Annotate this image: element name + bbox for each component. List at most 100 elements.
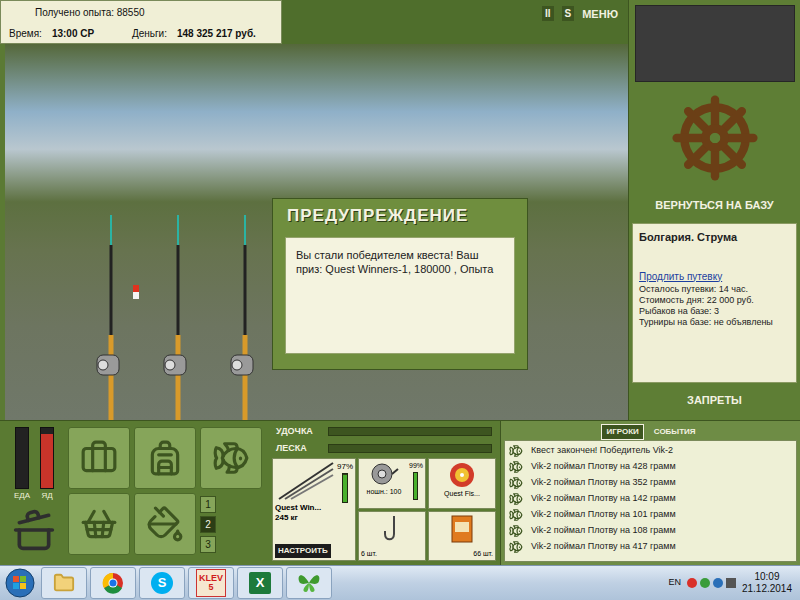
taskbar-app[interactable]: S xyxy=(139,567,185,599)
side-panel: ВЕРНУТЬСЯ НА БАЗУ Болгария. Струма Продлит… xyxy=(628,0,800,420)
start-button[interactable] xyxy=(2,567,38,599)
money-label: Деньги: xyxy=(132,26,167,41)
backpack-slot[interactable] xyxy=(134,427,196,489)
reel-condition: 99% xyxy=(409,461,423,472)
tension-bar xyxy=(328,444,492,453)
info-line: Рыбаков на базе: 3 xyxy=(639,306,790,317)
bans-button[interactable]: ЗАПРЕТЫ xyxy=(687,392,742,409)
bottom-panel: ЕДАЯД123УДОЧКАЛЕСКА97%Quest Win...245 кг… xyxy=(0,420,800,565)
rod-slot[interactable]: 97%Quest Win...245 кгНАСТРОИТЬ xyxy=(272,458,356,561)
set-button[interactable]: 2 xyxy=(200,516,216,533)
fish-icon xyxy=(509,540,523,554)
main-column: Получено опыта: 88550Время:13:00 СРДеньг… xyxy=(0,0,628,420)
log-entry: Квест закончен! Победитель Vik-2 xyxy=(505,443,796,459)
fish-icon xyxy=(509,492,523,506)
hook-slot[interactable]: 6 шт. xyxy=(358,511,426,562)
reel-condition-bar xyxy=(413,472,418,500)
fish-icon xyxy=(509,460,523,474)
fishing-rod-icon xyxy=(227,215,267,420)
log-tab[interactable]: ИГРОКИ xyxy=(601,424,643,440)
meter-label: ЯД xyxy=(41,490,52,502)
log-panel: ИГРОКИСОБЫТИЯКвест закончен! Победитель … xyxy=(500,421,800,565)
reel-icon xyxy=(369,461,399,487)
taskbar-app[interactable] xyxy=(41,567,87,599)
klev-icon: KLEV5 xyxy=(196,569,226,597)
rod-condition: 97% xyxy=(337,461,353,473)
hook-icon xyxy=(380,514,404,544)
tension-bar xyxy=(328,427,492,436)
basket-icon xyxy=(80,505,118,543)
top-button[interactable]: МЕНЮ xyxy=(582,6,618,23)
line-name: Quest Fis... xyxy=(444,489,480,498)
reel-slot[interactable]: ношн.: 10099% xyxy=(358,458,426,509)
game-screen: Получено опыта: 88550Время:13:00 СРДеньг… xyxy=(0,0,800,600)
log-tab[interactable]: СОБЫТИЯ xyxy=(650,425,700,439)
top-button[interactable]: S xyxy=(562,6,575,21)
return-button[interactable]: ВЕРНУТЬСЯ НА БАЗУ xyxy=(655,194,773,217)
meter xyxy=(15,427,29,489)
tray-icon[interactable] xyxy=(700,578,710,588)
tray-icon[interactable] xyxy=(713,578,723,588)
fish-icon xyxy=(509,444,523,458)
scene: ПРЕДУПРЕЖДЕНИЕВы стали победителем квест… xyxy=(0,44,628,420)
fishing-rod[interactable] xyxy=(93,215,133,420)
chrome-icon xyxy=(102,572,124,594)
line-spool-icon xyxy=(447,461,477,489)
inventory-section: ЕДА ЯД 1 2 3 xyxy=(0,421,272,565)
minimap xyxy=(635,5,795,82)
taskbar-app[interactable] xyxy=(90,567,136,599)
bucket-slot[interactable] xyxy=(134,493,196,555)
log-list: Квест закончен! Победитель Vik-2Vik-2 по… xyxy=(504,440,797,562)
line-slot[interactable]: Quest Fis... xyxy=(428,458,496,509)
fish-icon xyxy=(509,524,523,538)
tension-label: УДОЧКА xyxy=(276,425,324,439)
bait-count: 66 шт. xyxy=(473,549,493,558)
meter xyxy=(40,427,54,489)
top-section: Получено опыта: 88550Время:13:00 СРДеньг… xyxy=(0,0,800,420)
location-name: Болгария. Струма xyxy=(639,232,790,243)
tray-icon[interactable] xyxy=(687,578,697,588)
hook-count: 6 шт. xyxy=(361,549,377,558)
folder-icon xyxy=(53,572,75,594)
taskbar: S KLEV5 X EN 10:0921.12.2014 xyxy=(0,565,800,600)
dialog-body: Вы стали победителем квеста! Ваш приз: Q… xyxy=(285,237,515,354)
skype-icon: S xyxy=(151,572,173,594)
rod-icon xyxy=(275,461,335,501)
set-button[interactable]: 1 xyxy=(200,496,216,513)
rod-condition-bar xyxy=(342,473,348,503)
taskbar-app[interactable] xyxy=(286,567,332,599)
info-line: Осталось путевки: 14 час. xyxy=(639,284,790,295)
clock-time[interactable]: 10:09 xyxy=(754,571,779,583)
scene-photo: ПРЕДУПРЕЖДЕНИЕВы стали победителем квест… xyxy=(5,44,628,420)
bait-slot[interactable]: 66 шт. xyxy=(428,511,496,562)
extend-link[interactable]: Продлить путевку xyxy=(639,271,790,282)
experience: Получено опыта: 88550 xyxy=(9,5,273,20)
setup-button[interactable]: НАСТРОИТЬ xyxy=(275,544,331,558)
pot-icon[interactable] xyxy=(12,508,56,552)
taskbar-app[interactable]: X xyxy=(237,567,283,599)
game-area: Получено опыта: 88550Время:13:00 СРДеньг… xyxy=(0,0,800,565)
fishing-rod-icon xyxy=(93,215,133,420)
meter-label: ЕДА xyxy=(14,490,30,502)
bag-slot[interactable] xyxy=(68,427,130,489)
rod-name: Quest Win... xyxy=(275,503,353,513)
top-bar: Получено опыта: 88550Время:13:00 СРДеньг… xyxy=(0,0,628,44)
excel-icon: X xyxy=(249,572,271,594)
ship-wheel-icon[interactable] xyxy=(669,92,761,184)
info-line: Турниры на базе: не объявлены xyxy=(639,317,790,328)
taskbar-app[interactable]: KLEV5 xyxy=(188,567,234,599)
fishing-rod[interactable] xyxy=(160,215,200,420)
basket-slot[interactable] xyxy=(68,493,130,555)
fishing-rod[interactable] xyxy=(227,215,267,420)
backpack-icon xyxy=(146,439,184,477)
tackle-slot[interactable] xyxy=(200,427,262,489)
set-button[interactable]: 3 xyxy=(200,536,216,553)
clock-date[interactable]: 21.12.2014 xyxy=(742,583,792,595)
system-tray: EN 10:0921.12.2014 xyxy=(668,571,798,595)
top-button[interactable]: II xyxy=(542,6,554,21)
warning-dialog: ПРЕДУПРЕЖДЕНИЕВы стали победителем квест… xyxy=(272,198,528,370)
language[interactable]: EN xyxy=(668,576,681,590)
time-label: Время: xyxy=(9,26,42,41)
fish-icon xyxy=(509,508,523,522)
tray-icon[interactable] xyxy=(726,578,736,588)
